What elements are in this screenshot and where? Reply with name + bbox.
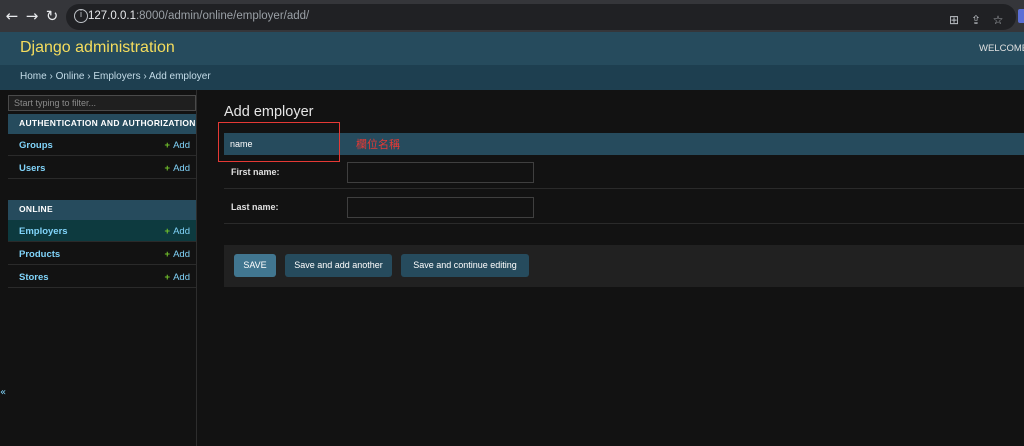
sidebar-item-label[interactable]: Users: [19, 163, 45, 174]
nav-filter-input[interactable]: Start typing to filter...: [8, 95, 196, 111]
save-button[interactable]: SAVE: [234, 254, 276, 277]
form-row-first-name: First name:: [224, 155, 1024, 189]
address-bar[interactable]: i 127.0.0.1:8000/admin/online/employer/a…: [66, 4, 1016, 30]
site-header: Django administration WELCOME: [0, 32, 1024, 65]
page-title: Add employer: [224, 104, 314, 120]
save-and-add-another-button[interactable]: Save and add another: [285, 254, 392, 277]
url-path: :8000/admin/online/employer/add/: [135, 10, 310, 22]
add-label: Add: [173, 226, 190, 237]
first-name-label: First name:: [231, 167, 280, 177]
add-employers-link[interactable]: + Add: [165, 226, 190, 237]
add-label: Add: [173, 140, 190, 151]
sidebar-collapse-icon[interactable]: «: [0, 387, 6, 398]
fieldset-heading: name 欄位名稱: [218, 122, 1024, 162]
sidebar-item-label[interactable]: Employers: [19, 226, 68, 237]
add-stores-link[interactable]: + Add: [165, 272, 190, 283]
add-users-link[interactable]: + Add: [165, 163, 190, 174]
sidebar-item-employers: Employers + Add: [8, 220, 196, 242]
site-info-icon[interactable]: i: [74, 9, 88, 23]
sidebar-item-stores: Stores + Add: [8, 266, 196, 288]
share-icon[interactable]: ⇪: [968, 12, 984, 28]
extension-icon[interactable]: [1018, 9, 1024, 23]
save-and-continue-button[interactable]: Save and continue editing: [401, 254, 529, 277]
add-groups-link[interactable]: + Add: [165, 140, 190, 151]
form-row-last-name: Last name:: [224, 190, 1024, 224]
breadcrumb-separator: ›: [46, 71, 56, 82]
breadcrumb-home[interactable]: Home: [20, 71, 47, 82]
reload-icon[interactable]: ↻: [44, 7, 60, 25]
forward-arrow-icon[interactable]: →: [24, 7, 40, 25]
plus-icon: +: [164, 163, 171, 174]
last-name-label: Last name:: [231, 202, 279, 212]
sidebar-item-products: Products + Add: [8, 243, 196, 265]
annotation-label: 欄位名稱: [356, 138, 400, 151]
plus-icon: +: [164, 140, 171, 151]
submit-row: SAVE Save and add another Save and conti…: [224, 245, 1024, 287]
breadcrumb-current: Add employer: [148, 71, 211, 82]
breadcrumb-employers[interactable]: Employers: [93, 71, 140, 82]
plus-icon: +: [164, 226, 171, 237]
plus-icon: +: [164, 272, 171, 283]
sidebar-item-label[interactable]: Groups: [19, 140, 53, 151]
sidebar-item-label[interactable]: Products: [19, 249, 60, 260]
translate-icon[interactable]: ⊞: [946, 12, 962, 28]
first-name-field[interactable]: [347, 162, 534, 183]
site-branding[interactable]: Django administration: [20, 39, 175, 57]
user-tools-welcome: WELCOME: [979, 43, 1024, 54]
url-host: 127.0.0.1: [88, 10, 136, 22]
back-arrow-icon[interactable]: ←: [4, 7, 20, 25]
breadcrumb: Home › Online › Employers › Add employer: [0, 65, 1024, 90]
sidebar-item-users: Users + Add: [8, 157, 196, 179]
plus-icon: +: [164, 249, 171, 260]
url-text: 127.0.0.1:8000/admin/online/employer/add…: [88, 10, 309, 22]
add-products-link[interactable]: + Add: [165, 249, 190, 260]
sidebar-item-groups: Groups + Add: [8, 134, 196, 156]
breadcrumb-online[interactable]: Online: [56, 71, 85, 82]
breadcrumb-separator: ›: [140, 71, 149, 82]
add-label: Add: [173, 272, 190, 283]
module-caption-auth[interactable]: AUTHENTICATION AND AUTHORIZATION: [8, 114, 196, 134]
browser-toolbar: ← → ↻ i 127.0.0.1:8000/admin/online/empl…: [0, 0, 1024, 32]
add-label: Add: [173, 163, 190, 174]
module-caption-online[interactable]: ONLINE: [8, 200, 196, 220]
last-name-field[interactable]: [347, 197, 534, 218]
add-label: Add: [173, 249, 190, 260]
sidebar-item-label[interactable]: Stores: [19, 272, 49, 283]
nav-sidebar: Start typing to filter... AUTHENTICATION…: [0, 90, 197, 446]
bookmark-star-icon[interactable]: ☆: [990, 12, 1006, 28]
